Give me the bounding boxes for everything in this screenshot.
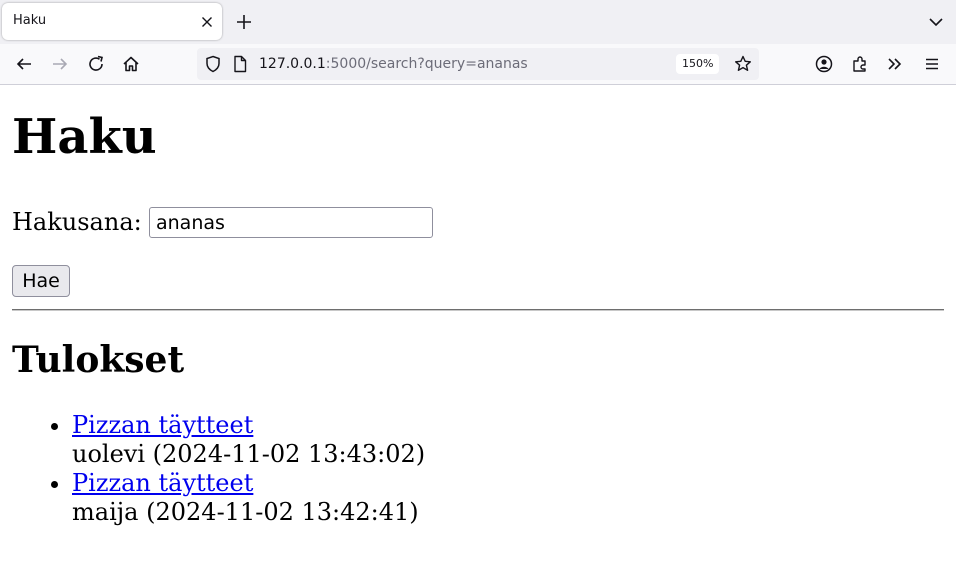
list-item: Pizzan täytteet uolevi (2024-11-02 13:43… bbox=[72, 411, 425, 469]
horizontal-rule bbox=[12, 309, 944, 311]
tab-title: Haku bbox=[13, 13, 47, 28]
tab-strip: Haku bbox=[0, 0, 956, 44]
result-meta: uolevi (2024-11-02 13:43:02) bbox=[72, 440, 426, 468]
result-meta: maija (2024-11-02 13:42:41) bbox=[72, 498, 419, 526]
result-link[interactable]: Pizzan täytteet bbox=[72, 469, 253, 497]
result-link[interactable]: Pizzan täytteet bbox=[72, 411, 253, 439]
hamburger-menu-icon[interactable] bbox=[921, 53, 943, 75]
search-button[interactable]: Hae bbox=[12, 265, 70, 297]
results-list: Pizzan täytteet uolevi (2024-11-02 13:43… bbox=[12, 411, 425, 527]
page-content: Haku Hakusana: Hae Tulokset Pizzan täytt… bbox=[0, 85, 956, 574]
home-icon[interactable] bbox=[120, 53, 142, 75]
results-heading: Tulokset bbox=[12, 339, 185, 381]
account-icon[interactable] bbox=[813, 53, 835, 75]
plus-icon[interactable] bbox=[233, 11, 255, 33]
url-text[interactable]: 127.0.0.1:5000/search?query=ananas bbox=[259, 56, 528, 72]
address-bar[interactable]: 127.0.0.1:5000/search?query=ananas 150% bbox=[197, 48, 759, 80]
page-title: Haku bbox=[12, 109, 157, 165]
close-icon[interactable] bbox=[197, 12, 217, 32]
zoom-level-badge[interactable]: 150% bbox=[676, 54, 720, 74]
navigation-toolbar: 127.0.0.1:5000/search?query=ananas 150% bbox=[0, 44, 956, 85]
browser-tab[interactable]: Haku bbox=[2, 3, 222, 40]
overflow-chevrons-icon[interactable] bbox=[884, 53, 906, 75]
chevron-down-icon[interactable] bbox=[925, 11, 947, 33]
shield-icon[interactable] bbox=[202, 53, 224, 75]
list-item: Pizzan täytteet maija (2024-11-02 13:42:… bbox=[72, 469, 425, 527]
url-host: 127.0.0.1 bbox=[259, 56, 326, 72]
page-icon[interactable] bbox=[229, 53, 251, 75]
back-arrow-icon[interactable] bbox=[13, 53, 35, 75]
extensions-icon[interactable] bbox=[849, 53, 871, 75]
star-icon[interactable] bbox=[732, 53, 754, 75]
url-path: :5000/search?query=ananas bbox=[325, 56, 528, 72]
reload-icon[interactable] bbox=[85, 53, 107, 75]
search-input[interactable] bbox=[149, 207, 433, 238]
search-label: Hakusana: bbox=[12, 208, 142, 236]
forward-arrow-icon[interactable] bbox=[49, 53, 71, 75]
